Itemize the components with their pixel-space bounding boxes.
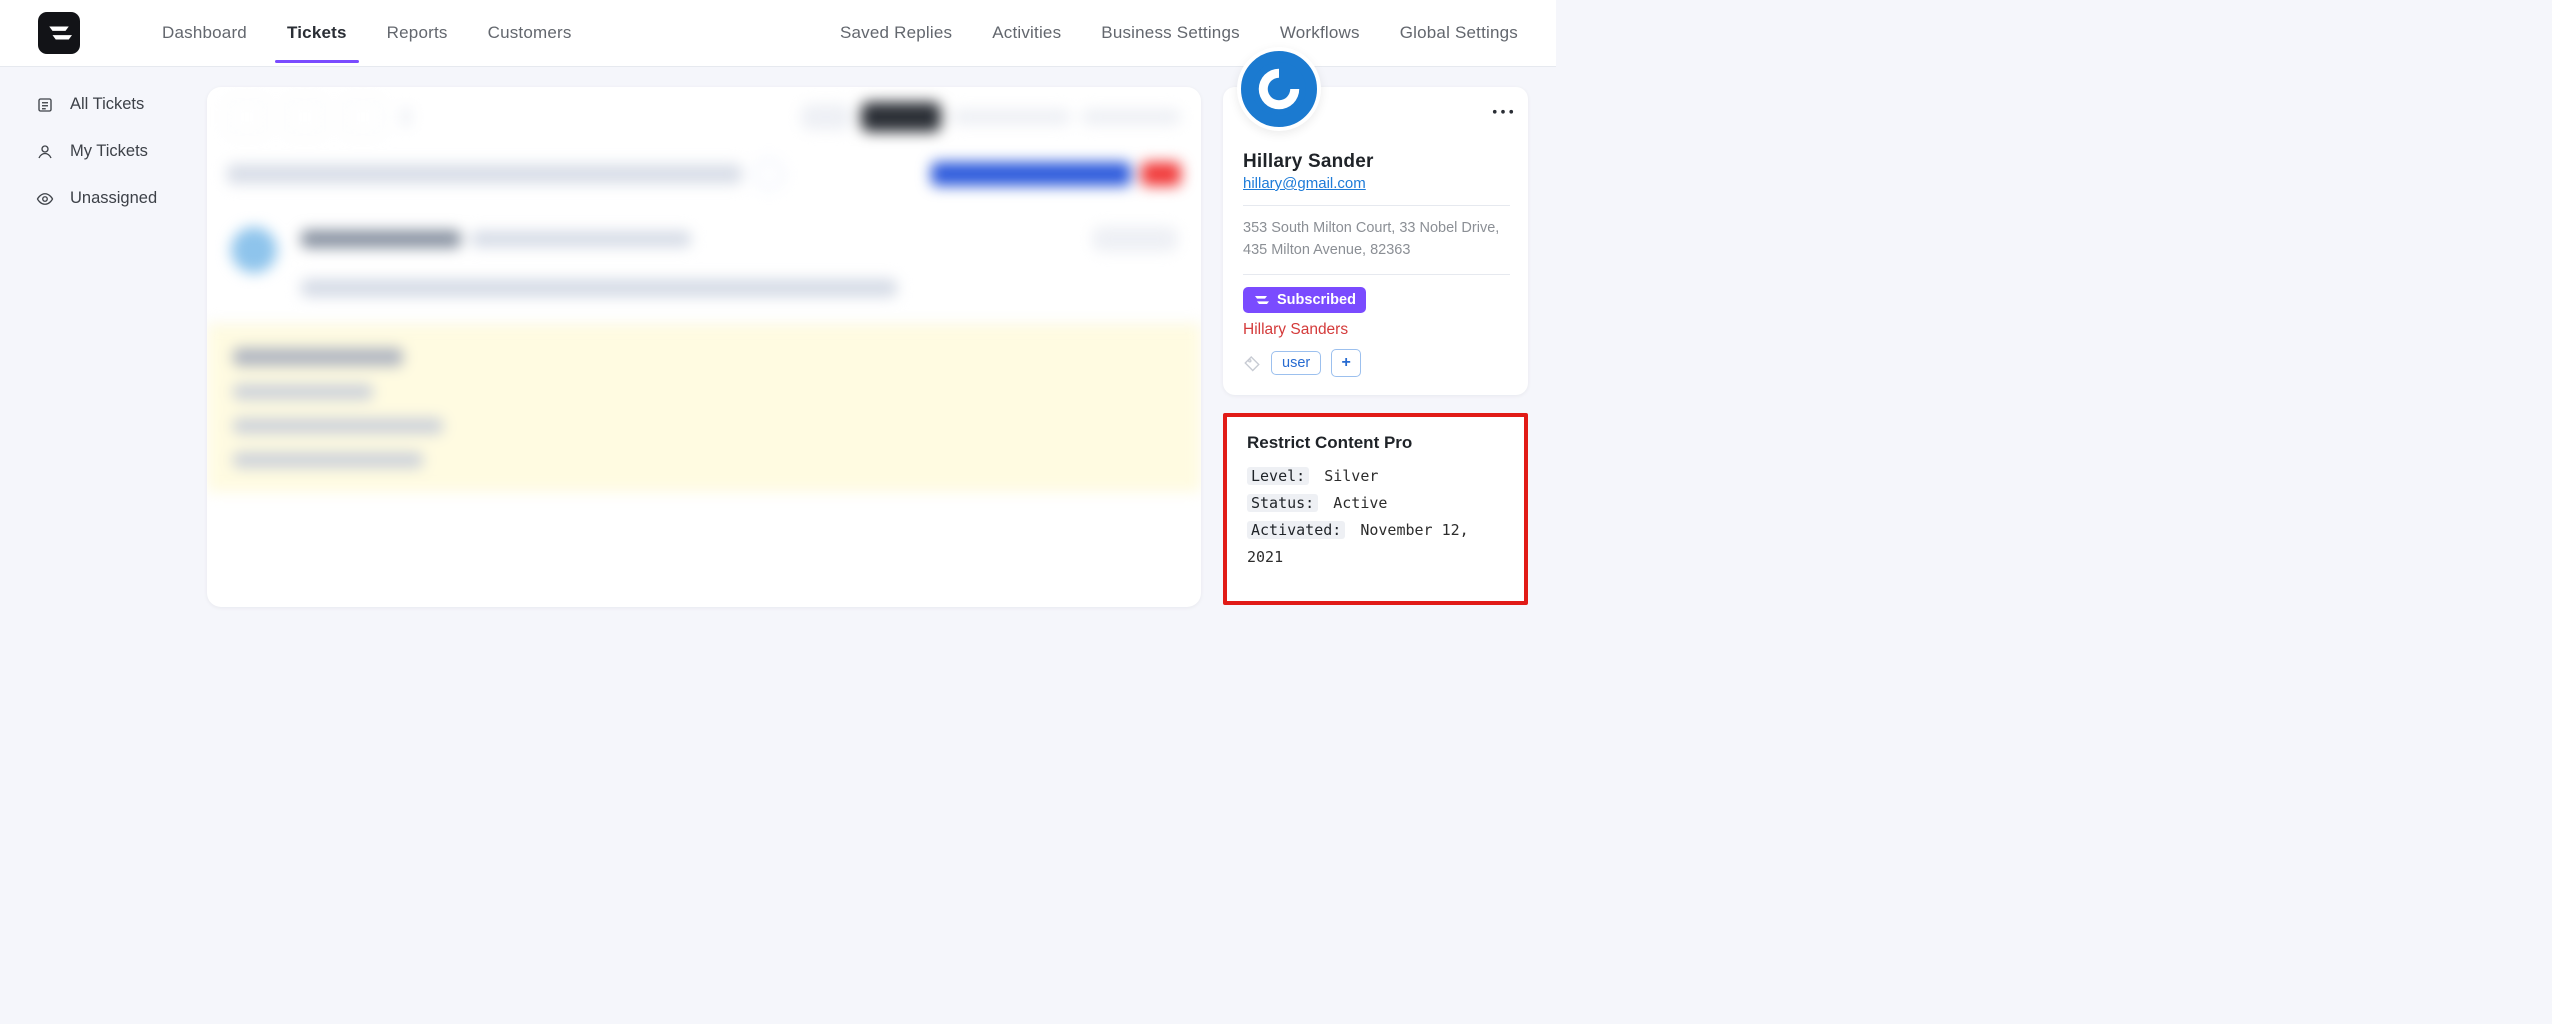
tag-icon — [1243, 354, 1261, 372]
more-menu[interactable] — [1492, 101, 1514, 119]
nav-customers[interactable]: Customers — [488, 23, 572, 43]
rcp-level-row: Level: Silver — [1247, 463, 1504, 490]
subscribed-label: Subscribed — [1277, 292, 1356, 308]
subscribed-badge: Subscribed — [1243, 287, 1366, 313]
sidebar-item-label: All Tickets — [70, 95, 144, 114]
nav-workflows[interactable]: Workflows — [1280, 23, 1360, 43]
nav-global-settings[interactable]: Global Settings — [1400, 23, 1518, 43]
top-navbar: Dashboard Tickets Reports Customers Save… — [0, 0, 1556, 67]
rcp-activated-row: Activated: November 12, 2021 — [1247, 517, 1504, 571]
nav-business-settings-label: Business Settings — [1101, 23, 1240, 42]
gravatar-icon — [1252, 62, 1306, 116]
eye-icon — [36, 190, 54, 208]
rcp-status-row: Status: Active — [1247, 490, 1504, 517]
add-tag-button[interactable]: + — [1331, 349, 1361, 377]
customer-avatar[interactable] — [1237, 47, 1321, 131]
rcp-activated-key: Activated: — [1247, 521, 1345, 539]
rcp-title: Restrict Content Pro — [1247, 433, 1504, 453]
restrict-content-pro-card: Restrict Content Pro Level: Silver Statu… — [1223, 413, 1528, 605]
nav-workflows-label: Workflows — [1280, 23, 1360, 42]
customer-address: 353 South Milton Court, 33 Nobel Drive, … — [1243, 205, 1510, 275]
sidebar: All Tickets My Tickets Unassigned — [0, 67, 207, 607]
user-icon — [36, 143, 54, 161]
primary-nav: Dashboard Tickets Reports Customers — [122, 23, 572, 43]
nav-tickets[interactable]: Tickets — [287, 23, 347, 43]
sidebar-item-label: My Tickets — [70, 142, 148, 161]
rcp-level-key: Level: — [1247, 467, 1309, 485]
nav-reports-label: Reports — [387, 23, 448, 42]
app-logo[interactable] — [38, 12, 80, 54]
blurred-content — [207, 87, 1201, 492]
rcp-level-value: Silver — [1324, 467, 1378, 485]
nav-activities-label: Activities — [992, 23, 1061, 42]
rcp-status-value: Active — [1333, 494, 1387, 512]
ticket-conversation-card — [207, 87, 1201, 607]
nav-saved-replies[interactable]: Saved Replies — [840, 23, 952, 43]
customer-display-name[interactable]: Hillary Sanders — [1243, 321, 1510, 339]
customer-profile-card: Hillary Sander hillary@gmail.com 353 Sou… — [1223, 87, 1528, 395]
nav-global-settings-label: Global Settings — [1400, 23, 1518, 42]
customer-name: Hillary Sander — [1243, 151, 1510, 173]
sidebar-item-my-tickets[interactable]: My Tickets — [36, 142, 207, 161]
sidebar-item-unassigned[interactable]: Unassigned — [36, 189, 207, 208]
nav-dashboard[interactable]: Dashboard — [162, 23, 247, 43]
nav-saved-replies-label: Saved Replies — [840, 23, 952, 42]
secondary-nav: Saved Replies Activities Business Settin… — [800, 23, 1518, 43]
nav-activities[interactable]: Activities — [992, 23, 1061, 43]
nav-business-settings[interactable]: Business Settings — [1101, 23, 1240, 43]
customer-email[interactable]: hillary@gmail.com — [1243, 175, 1366, 192]
nav-customers-label: Customers — [488, 23, 572, 42]
nav-reports[interactable]: Reports — [387, 23, 448, 43]
customer-tag[interactable]: user — [1271, 351, 1321, 375]
sidebar-item-label: Unassigned — [70, 189, 157, 208]
rcp-status-key: Status: — [1247, 494, 1318, 512]
more-icon — [1492, 109, 1514, 115]
list-icon — [36, 96, 54, 114]
right-column: Hillary Sander hillary@gmail.com 353 Sou… — [1223, 87, 1528, 607]
bolt-icon — [1253, 292, 1269, 308]
logo-icon — [46, 20, 72, 46]
nav-tickets-label: Tickets — [287, 23, 347, 42]
nav-dashboard-label: Dashboard — [162, 23, 247, 42]
sidebar-item-all-tickets[interactable]: All Tickets — [36, 95, 207, 114]
